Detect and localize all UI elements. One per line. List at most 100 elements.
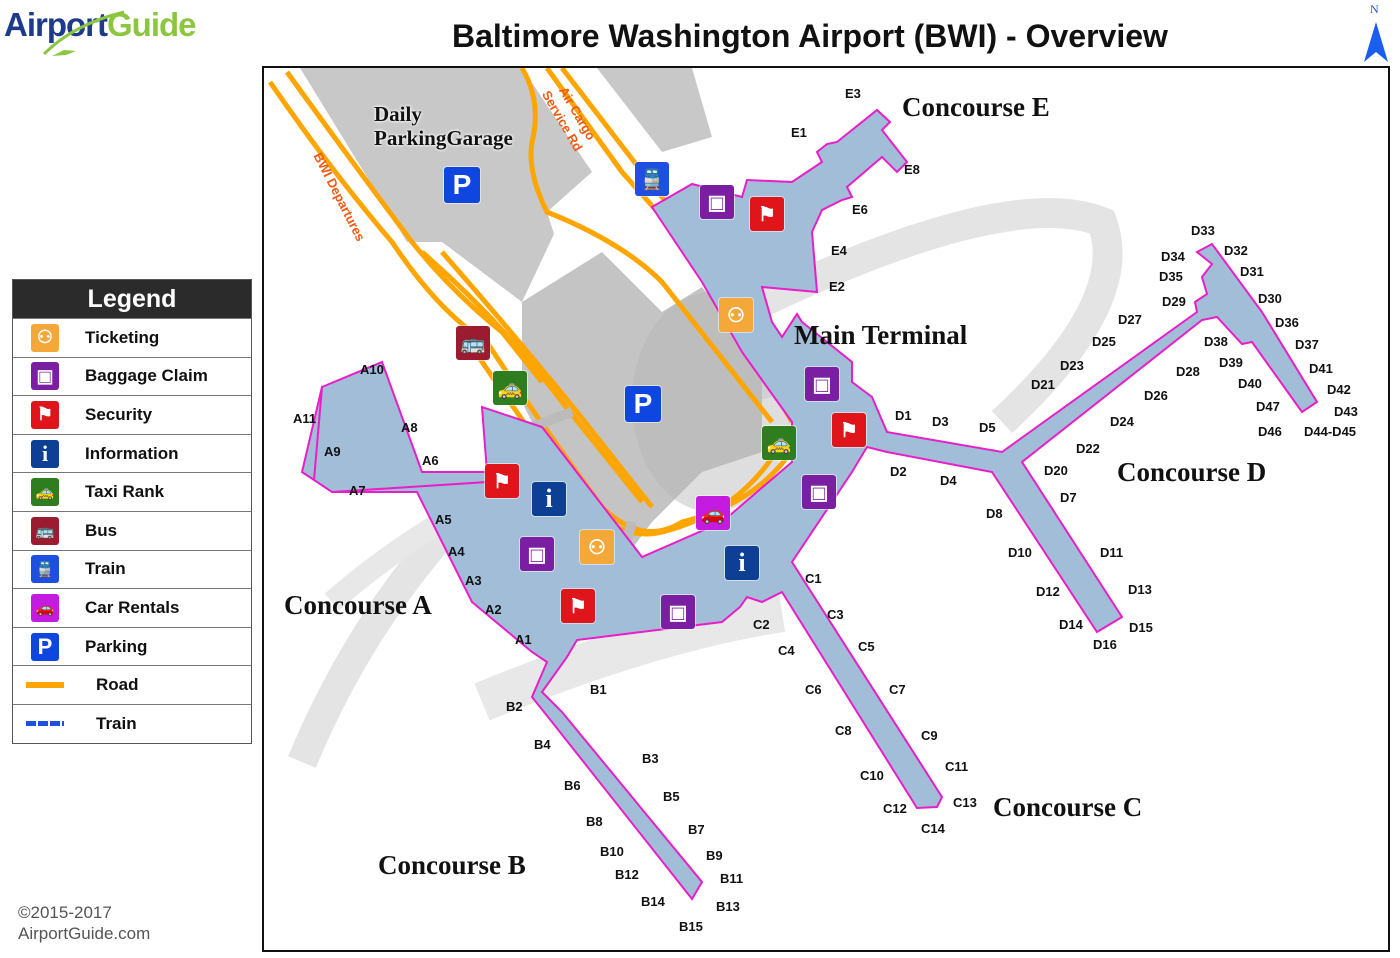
security-icon[interactable]: ⚑ <box>561 589 595 623</box>
legend-label: Ticketing <box>85 327 160 347</box>
gate-label: D12 <box>1036 584 1060 599</box>
gate-label: D25 <box>1092 334 1116 349</box>
copyright-site: AirportGuide.com <box>18 924 151 943</box>
parking-icon: P <box>31 632 59 661</box>
gate-label: C11 <box>945 759 969 774</box>
legend-label: Baggage Claim <box>85 366 208 386</box>
area-label-garage: Daily ParkingGarage <box>374 102 513 150</box>
legend-label: Information <box>85 443 179 463</box>
legend-item-train-line: Train <box>13 703 251 743</box>
gate-label: D8 <box>986 506 1003 521</box>
area-label-main-terminal: Main Terminal <box>794 320 968 350</box>
legend-label: Bus <box>85 520 118 540</box>
gate-label: D7 <box>1060 490 1077 505</box>
gate-label: E8 <box>904 162 920 177</box>
gate-label: C10 <box>860 768 884 783</box>
gate-label: D43 <box>1334 404 1358 419</box>
gate-label: B12 <box>615 867 639 882</box>
parking-icon[interactable]: P <box>625 386 661 422</box>
car-rental-icon[interactable]: 🚗 <box>696 496 730 530</box>
gate-label: C6 <box>805 682 822 697</box>
baggage-claim-icon[interactable]: ▣ <box>802 475 836 509</box>
baggage-claim-icon[interactable]: ▣ <box>805 367 839 401</box>
gate-label: D36 <box>1275 315 1299 330</box>
parking-icon[interactable]: P <box>444 167 480 203</box>
gate-label: D1 <box>895 408 912 423</box>
gate-label: D41 <box>1309 361 1333 376</box>
gate-label: C8 <box>835 723 852 738</box>
baggage-claim-icon: ▣ <box>31 362 59 391</box>
gate-label: C2 <box>753 617 770 632</box>
ticketing-icon: ⚇ <box>31 323 59 352</box>
legend-item-information: i Information <box>13 433 251 473</box>
legend-item-road: Road <box>13 665 251 704</box>
gate-label: D28 <box>1176 364 1200 379</box>
legend-label: Train <box>85 559 126 579</box>
legend-label: Security <box>85 404 153 424</box>
area-label-concourse-c: Concourse C <box>993 792 1143 822</box>
gate-label: E3 <box>845 86 861 101</box>
security-icon: ⚑ <box>31 400 59 429</box>
logo-swoosh-icon <box>42 10 125 56</box>
gate-label: B6 <box>564 778 581 793</box>
legend-item-taxi-rank: 🚕 Taxi Rank <box>13 472 251 511</box>
legend-item-parking: P Parking <box>13 626 251 666</box>
gate-label: A1 <box>515 632 532 647</box>
ticketing-icon[interactable]: ⚇ <box>580 530 614 564</box>
security-icon[interactable]: ⚑ <box>832 413 866 447</box>
gate-label: A3 <box>465 573 482 588</box>
gate-label: D34 <box>1161 249 1185 264</box>
gate-label: A8 <box>401 420 418 435</box>
legend-title: Legend <box>13 280 251 318</box>
page-title: Baltimore Washington Airport (BWI) - Ove… <box>452 18 1168 54</box>
gate-label: D15 <box>1129 620 1153 635</box>
gate-label: B1 <box>590 682 607 697</box>
north-arrow-icon <box>1364 22 1388 62</box>
gate-label: D26 <box>1144 388 1168 403</box>
gate-label: D32 <box>1224 243 1248 258</box>
gate-label: B13 <box>716 899 740 914</box>
ticketing-icon[interactable]: ⚇ <box>719 298 753 332</box>
gate-label: D4 <box>940 473 957 488</box>
gate-label: D46 <box>1258 424 1282 439</box>
area-label-concourse-b: Concourse B <box>378 850 526 880</box>
gate-label: D11 <box>1100 545 1124 560</box>
information-icon[interactable]: i <box>532 482 566 516</box>
taxi-rank-icon[interactable]: 🚕 <box>762 426 796 460</box>
security-icon[interactable]: ⚑ <box>485 464 519 498</box>
garage-label-line1: Daily <box>374 102 422 126</box>
gate-label: D14 <box>1059 617 1083 632</box>
train-line-icon <box>26 721 64 727</box>
legend-label: Parking <box>85 636 148 656</box>
gate-label: D35 <box>1159 269 1183 284</box>
baggage-claim-icon[interactable]: ▣ <box>661 595 695 629</box>
legend-label: Car Rentals <box>85 597 180 617</box>
baggage-claim-icon[interactable]: ▣ <box>520 537 554 571</box>
gate-label: D5 <box>979 420 996 435</box>
gate-label: D42 <box>1327 382 1351 397</box>
gate-label: E6 <box>852 202 868 217</box>
taxi-rank-icon[interactable]: 🚕 <box>493 371 527 405</box>
map-canvas <box>267 68 1319 901</box>
gate-label: E4 <box>831 243 847 258</box>
gate-label: C9 <box>921 728 938 743</box>
information-icon[interactable]: i <box>725 546 759 580</box>
gate-label: D38 <box>1204 334 1228 349</box>
gate-label: B9 <box>706 848 723 863</box>
legend-item-security: ⚑ Security <box>13 395 251 434</box>
gate-label: C1 <box>805 571 822 586</box>
gate-label: D39 <box>1219 355 1243 370</box>
train-icon: 🚆 <box>31 555 59 584</box>
baggage-claim-icon[interactable]: ▣ <box>700 185 734 219</box>
gate-label: C4 <box>778 643 795 658</box>
gate-label: C13 <box>953 795 977 810</box>
security-icon[interactable]: ⚑ <box>750 197 784 231</box>
legend-item-car-rentals: 🚗 Car Rentals <box>13 588 251 627</box>
airport-map[interactable]: Concourse E Main Terminal Concourse D Co… <box>262 66 1390 952</box>
gate-label: D31 <box>1240 264 1264 279</box>
train-station-icon[interactable]: 🚆 <box>635 162 669 196</box>
gate-label: C5 <box>858 639 875 654</box>
bus-stop-icon[interactable]: 🚌 <box>456 326 490 360</box>
road-line-icon <box>26 682 64 689</box>
gate-label: D33 <box>1191 223 1215 238</box>
